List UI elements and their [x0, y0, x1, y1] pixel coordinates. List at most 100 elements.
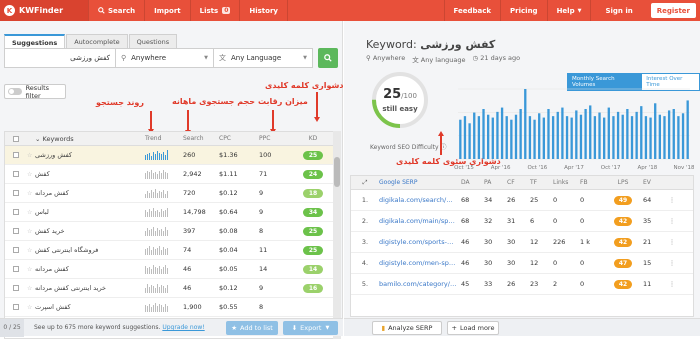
expand-icon[interactable]: ⤢: [351, 179, 379, 187]
chart-bar[interactable]: [571, 118, 573, 159]
row-checkbox[interactable]: [13, 190, 19, 196]
nav-history[interactable]: History: [239, 0, 288, 21]
favorite-star-icon[interactable]: ☆: [27, 247, 35, 254]
chart-bar[interactable]: [589, 105, 591, 159]
chart-bar[interactable]: [529, 116, 531, 159]
chart-bar[interactable]: [631, 116, 633, 159]
nav-feedback[interactable]: Feedback: [444, 0, 501, 21]
chart-bar[interactable]: [515, 115, 517, 159]
export-button[interactable]: ⬇Export▼: [283, 321, 338, 335]
header-cf[interactable]: CF: [507, 179, 530, 186]
nav-pricing[interactable]: Pricing: [500, 0, 547, 21]
analyze-serp-button[interactable]: ▮Analyze SERP: [372, 321, 442, 335]
header-cpc[interactable]: CPC: [219, 135, 259, 142]
favorite-star-icon[interactable]: ☆: [27, 190, 35, 197]
favorite-star-icon[interactable]: ☆: [27, 228, 35, 235]
favorite-star-icon[interactable]: ☆: [27, 285, 35, 292]
load-more-button[interactable]: +Load more: [447, 321, 499, 335]
nav-search[interactable]: Search: [88, 0, 144, 21]
chart-bar[interactable]: [478, 116, 480, 159]
serp-url-link[interactable]: bamilo.com/category/…: [379, 280, 461, 288]
serp-url-link[interactable]: digistyle.com/sports-…: [379, 238, 461, 246]
serp-url-link[interactable]: digikala.com/search/…: [379, 196, 461, 204]
favorite-star-icon[interactable]: ☆: [27, 171, 35, 178]
chart-bar[interactable]: [598, 113, 600, 159]
row-checkbox[interactable]: [13, 209, 19, 215]
keyword-row[interactable]: ☆فروشگاه اینترنتی کفش74$0.041125: [5, 241, 333, 260]
nav-import[interactable]: Import: [144, 0, 190, 21]
upgrade-link[interactable]: Upgrade now!: [162, 324, 204, 331]
chart-bar[interactable]: [464, 116, 466, 159]
chart-bar[interactable]: [547, 109, 549, 159]
keyword-row[interactable]: ☆کفش2,942$1.117124: [5, 165, 333, 184]
serp-row[interactable]: 2.digikala.com/main/sp…6832316004235⋮: [351, 211, 693, 232]
chart-bar[interactable]: [649, 118, 651, 159]
favorite-star-icon[interactable]: ☆: [27, 304, 35, 311]
header-ev[interactable]: EV: [643, 179, 667, 186]
chart-bar[interactable]: [603, 118, 605, 159]
header-google-serp[interactable]: Google SERP: [379, 179, 461, 186]
chart-bar[interactable]: [645, 116, 647, 159]
favorite-star-icon[interactable]: ☆: [27, 266, 35, 273]
row-checkbox[interactable]: [13, 247, 19, 253]
favorite-star-icon[interactable]: ☆: [27, 152, 35, 159]
chart-bar[interactable]: [659, 115, 661, 159]
app-logo[interactable]: K KWFinder: [0, 0, 88, 21]
serp-url-link[interactable]: digistyle.com/men-sp…: [379, 259, 461, 267]
keyword-row[interactable]: ☆کفش مردانه46$0.051414: [5, 260, 333, 279]
chart-bar[interactable]: [622, 115, 624, 159]
more-options-icon[interactable]: ⋮: [667, 280, 677, 288]
register-button[interactable]: Register: [651, 3, 696, 18]
chart-bar[interactable]: [617, 112, 619, 159]
location-select[interactable]: ⚲ Anywhere ▼: [116, 48, 214, 68]
chart-bar[interactable]: [677, 116, 679, 159]
favorite-star-icon[interactable]: ☆: [27, 209, 35, 216]
chart-bar[interactable]: [510, 120, 512, 159]
chart-bar[interactable]: [663, 116, 665, 159]
more-options-icon[interactable]: ⋮: [667, 259, 677, 267]
chart-bar[interactable]: [608, 108, 610, 159]
keyword-row[interactable]: ☆خرید کفش397$0.08825: [5, 222, 333, 241]
serp-row[interactable]: 3.digistyle.com/sports-…463030122261 k42…: [351, 232, 693, 253]
serp-url-link[interactable]: digikala.com/main/sp…: [379, 217, 461, 225]
chart-bar[interactable]: [538, 113, 540, 159]
chart-bar[interactable]: [459, 120, 461, 159]
chart-bar[interactable]: [519, 109, 521, 159]
row-checkbox[interactable]: [13, 152, 19, 158]
keyword-row[interactable]: ☆کفش ورزشی260$1.3610025: [5, 146, 333, 165]
keyword-row[interactable]: ☆خرید اینترنتی کفش مردانه46$0.12916: [5, 279, 333, 298]
chart-bar[interactable]: [473, 113, 475, 159]
select-all-checkbox[interactable]: [13, 136, 19, 142]
chart-bar[interactable]: [561, 108, 563, 159]
results-filter-toggle[interactable]: Results filter: [4, 84, 66, 99]
header-ppc[interactable]: PPC: [259, 135, 301, 142]
chart-bar[interactable]: [482, 109, 484, 159]
keyword-row[interactable]: ☆لباس14,798$0.64934: [5, 203, 333, 222]
chart-bar[interactable]: [543, 118, 545, 159]
add-to-list-button[interactable]: ★Add to list: [226, 321, 278, 335]
chart-bar[interactable]: [580, 115, 582, 159]
scrollbar-thumb[interactable]: [334, 157, 340, 187]
header-search[interactable]: Search: [183, 135, 219, 142]
chart-bar[interactable]: [654, 103, 656, 159]
nav-sign-in[interactable]: Sign in: [590, 0, 646, 21]
header-fb[interactable]: FB: [580, 179, 603, 186]
serp-row[interactable]: 4.digistyle.com/men-sp…46303012004715⋮: [351, 253, 693, 274]
chart-bar[interactable]: [533, 120, 535, 159]
more-options-icon[interactable]: ⋮: [667, 238, 677, 246]
keyword-row[interactable]: ☆کفش اسپرت1,900$0.558: [5, 298, 333, 317]
chart-bar[interactable]: [673, 109, 675, 159]
chart-bar[interactable]: [492, 118, 494, 159]
header-lps[interactable]: LPS: [603, 179, 643, 186]
chart-bar[interactable]: [552, 116, 554, 159]
chart-bar[interactable]: [668, 110, 670, 159]
chart-bar[interactable]: [566, 116, 568, 159]
more-options-icon[interactable]: ⋮: [667, 196, 677, 204]
chart-bar[interactable]: [584, 109, 586, 159]
keyword-input[interactable]: کفش ورزشی: [4, 48, 116, 68]
chart-bar[interactable]: [612, 116, 614, 159]
chart-bar[interactable]: [626, 109, 628, 159]
chart-bar[interactable]: [496, 112, 498, 159]
search-go-button[interactable]: [318, 48, 338, 68]
row-checkbox[interactable]: [13, 228, 19, 234]
